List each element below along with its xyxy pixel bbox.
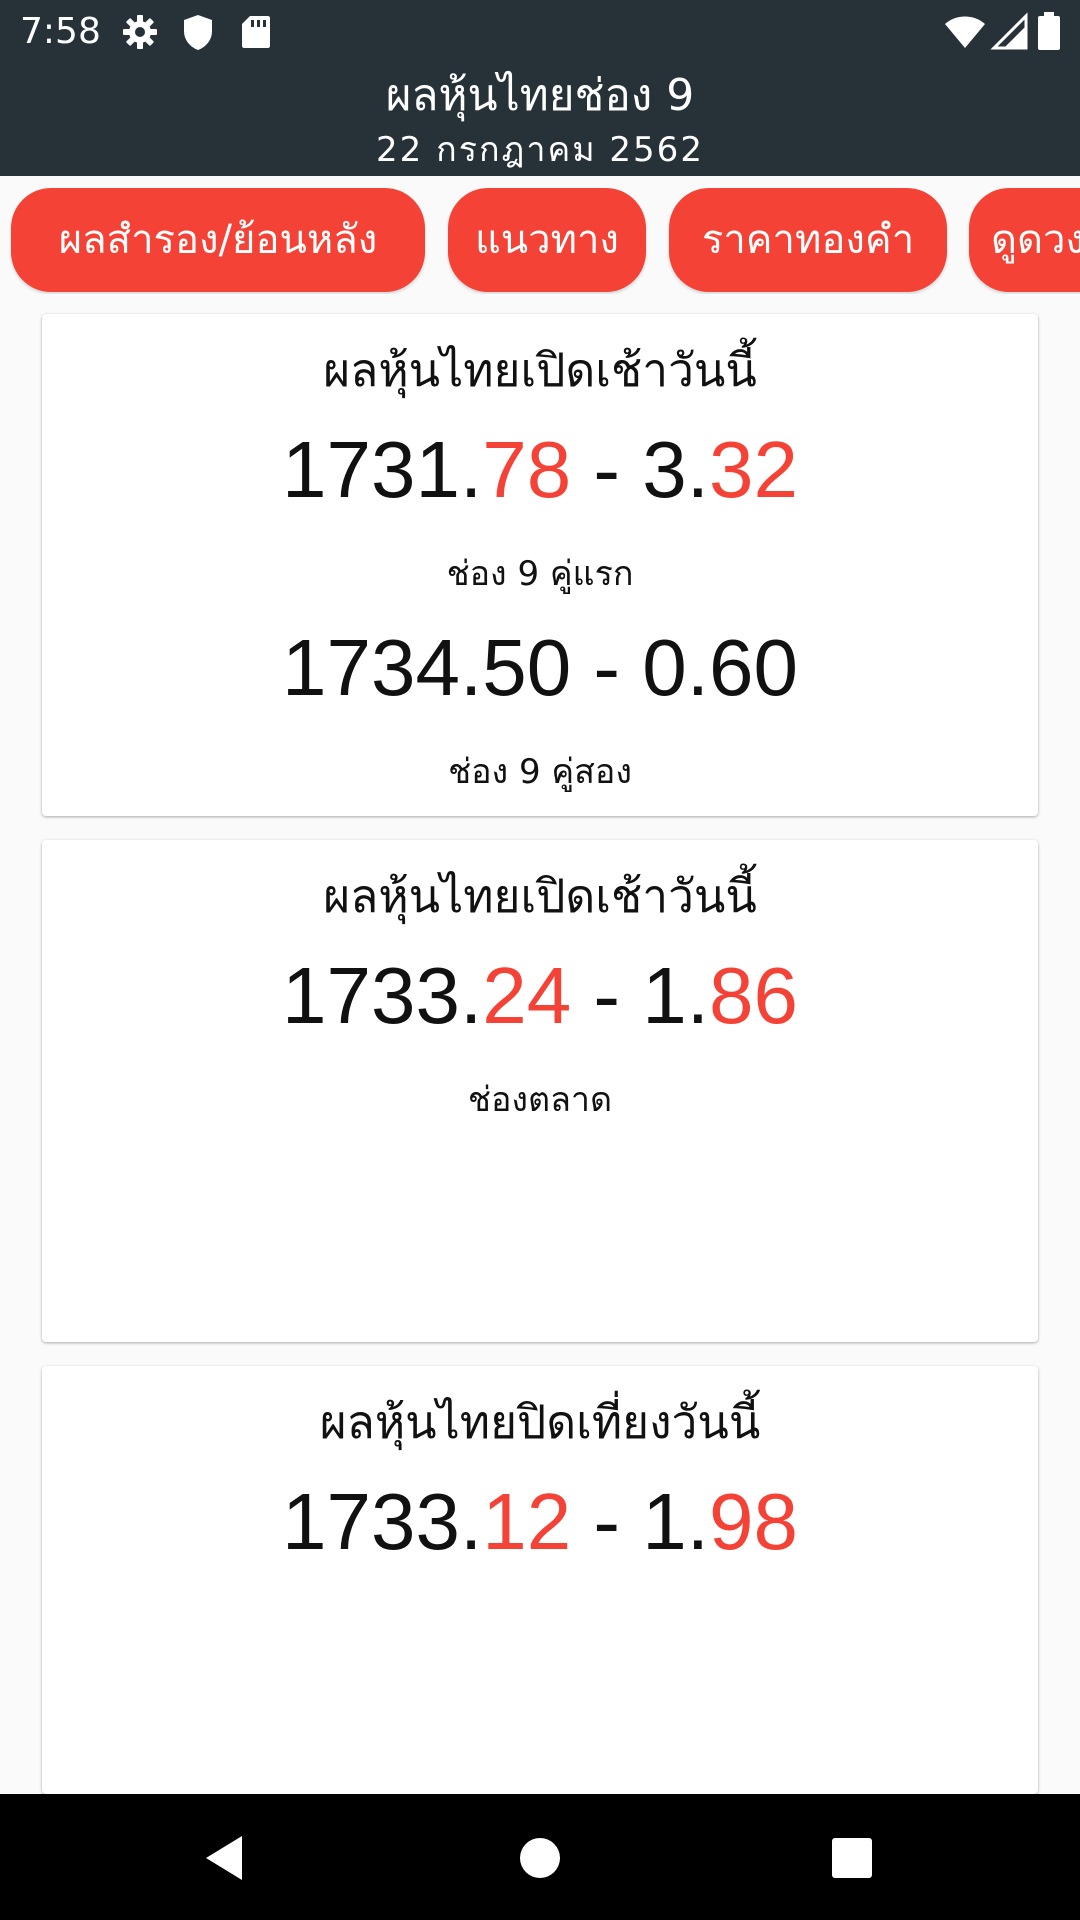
result-whole: 1733. xyxy=(282,1477,483,1566)
signal-icon xyxy=(990,12,1030,52)
gear-icon xyxy=(120,12,160,52)
result-separator: - xyxy=(571,1477,643,1566)
home-icon[interactable] xyxy=(510,1828,570,1888)
result-label: ช่อง 9 คู่แรก xyxy=(446,554,634,594)
result-fraction: 98 xyxy=(709,1477,798,1566)
card-title: ผลหุ้นไทยเปิดเช้าวันนี้ xyxy=(323,869,757,923)
status-bar: 7:58 xyxy=(0,0,1080,64)
status-time: 7:58 xyxy=(20,11,101,52)
result-fraction: 24 xyxy=(482,951,572,1040)
recents-icon[interactable] xyxy=(822,1828,882,1888)
result-fraction: 32 xyxy=(709,425,798,514)
result-whole: 1731. xyxy=(282,425,483,514)
page-date: 22 กรกฎาคม 2562 xyxy=(376,130,704,170)
result-fraction: 50 xyxy=(482,623,572,712)
result-label: ช่อง 9 คู่สอง xyxy=(448,752,632,792)
page-title: ผลหุ้นไทยช่อง 9 xyxy=(385,70,695,121)
result-card: ผลหุ้นไทยปิดเที่ยงวันนี้ 1733.12 - 1.98 xyxy=(42,1366,1038,1794)
card-title: ผลหุ้นไทยปิดเที่ยงวันนี้ xyxy=(319,1395,761,1449)
wifi-icon xyxy=(944,12,986,52)
chip-guideline[interactable]: แนวทาง xyxy=(448,188,646,292)
result-fraction: 86 xyxy=(709,951,798,1040)
sd-card-icon xyxy=(236,12,276,52)
chip-horoscope[interactable]: ดูดวง xyxy=(969,188,1080,292)
card-title: ผลหุ้นไทยเปิดเช้าวันนี้ xyxy=(323,343,757,397)
result-number: 1731.78 - 3.32 xyxy=(42,422,1038,518)
chip-gold-price[interactable]: ราคาทองคำ xyxy=(669,188,947,292)
result-number: 1733.12 - 1.98 xyxy=(42,1474,1038,1570)
result-card: ผลหุ้นไทยเปิดเช้าวันนี้ 1731.78 - 3.32 ช… xyxy=(42,314,1038,816)
app-screen: 7:58 ผลหุ้นไทยช่อง 9 22 กรกฎาคม 2562 ผลส… xyxy=(0,0,1080,1920)
category-chip-row[interactable]: ผลสำรอง/ย้อนหลัง แนวทาง ราคาทองคำ ดูดวง xyxy=(0,188,1080,294)
result-whole: 1733. xyxy=(282,951,483,1040)
result-fraction: 12 xyxy=(482,1477,572,1566)
result-number: 1734.50 - 0.60 xyxy=(42,620,1038,716)
result-separator: - xyxy=(571,623,643,712)
battery-icon xyxy=(1036,12,1062,52)
app-header: 7:58 ผลหุ้นไทยช่อง 9 22 กรกฎาคม 2562 xyxy=(0,0,1080,176)
result-card: ผลหุ้นไทยเปิดเช้าวันนี้ 1733.24 - 1.86 ช… xyxy=(42,840,1038,1342)
result-fraction: 78 xyxy=(482,425,572,514)
shield-icon xyxy=(178,12,218,52)
result-whole: 1. xyxy=(642,951,709,1040)
result-whole: 1. xyxy=(642,1477,709,1566)
result-whole: 0. xyxy=(642,623,709,712)
result-number: 1733.24 - 1.86 xyxy=(42,948,1038,1044)
result-separator: - xyxy=(571,425,643,514)
back-icon[interactable] xyxy=(196,1828,256,1888)
result-whole: 3. xyxy=(642,425,709,514)
chip-backup-history[interactable]: ผลสำรอง/ย้อนหลัง xyxy=(11,188,425,292)
result-label: ช่องตลาด xyxy=(467,1080,613,1120)
navigation-bar xyxy=(0,1794,1080,1920)
result-separator: - xyxy=(571,951,643,1040)
result-fraction: 60 xyxy=(709,623,798,712)
result-whole: 1734. xyxy=(282,623,483,712)
